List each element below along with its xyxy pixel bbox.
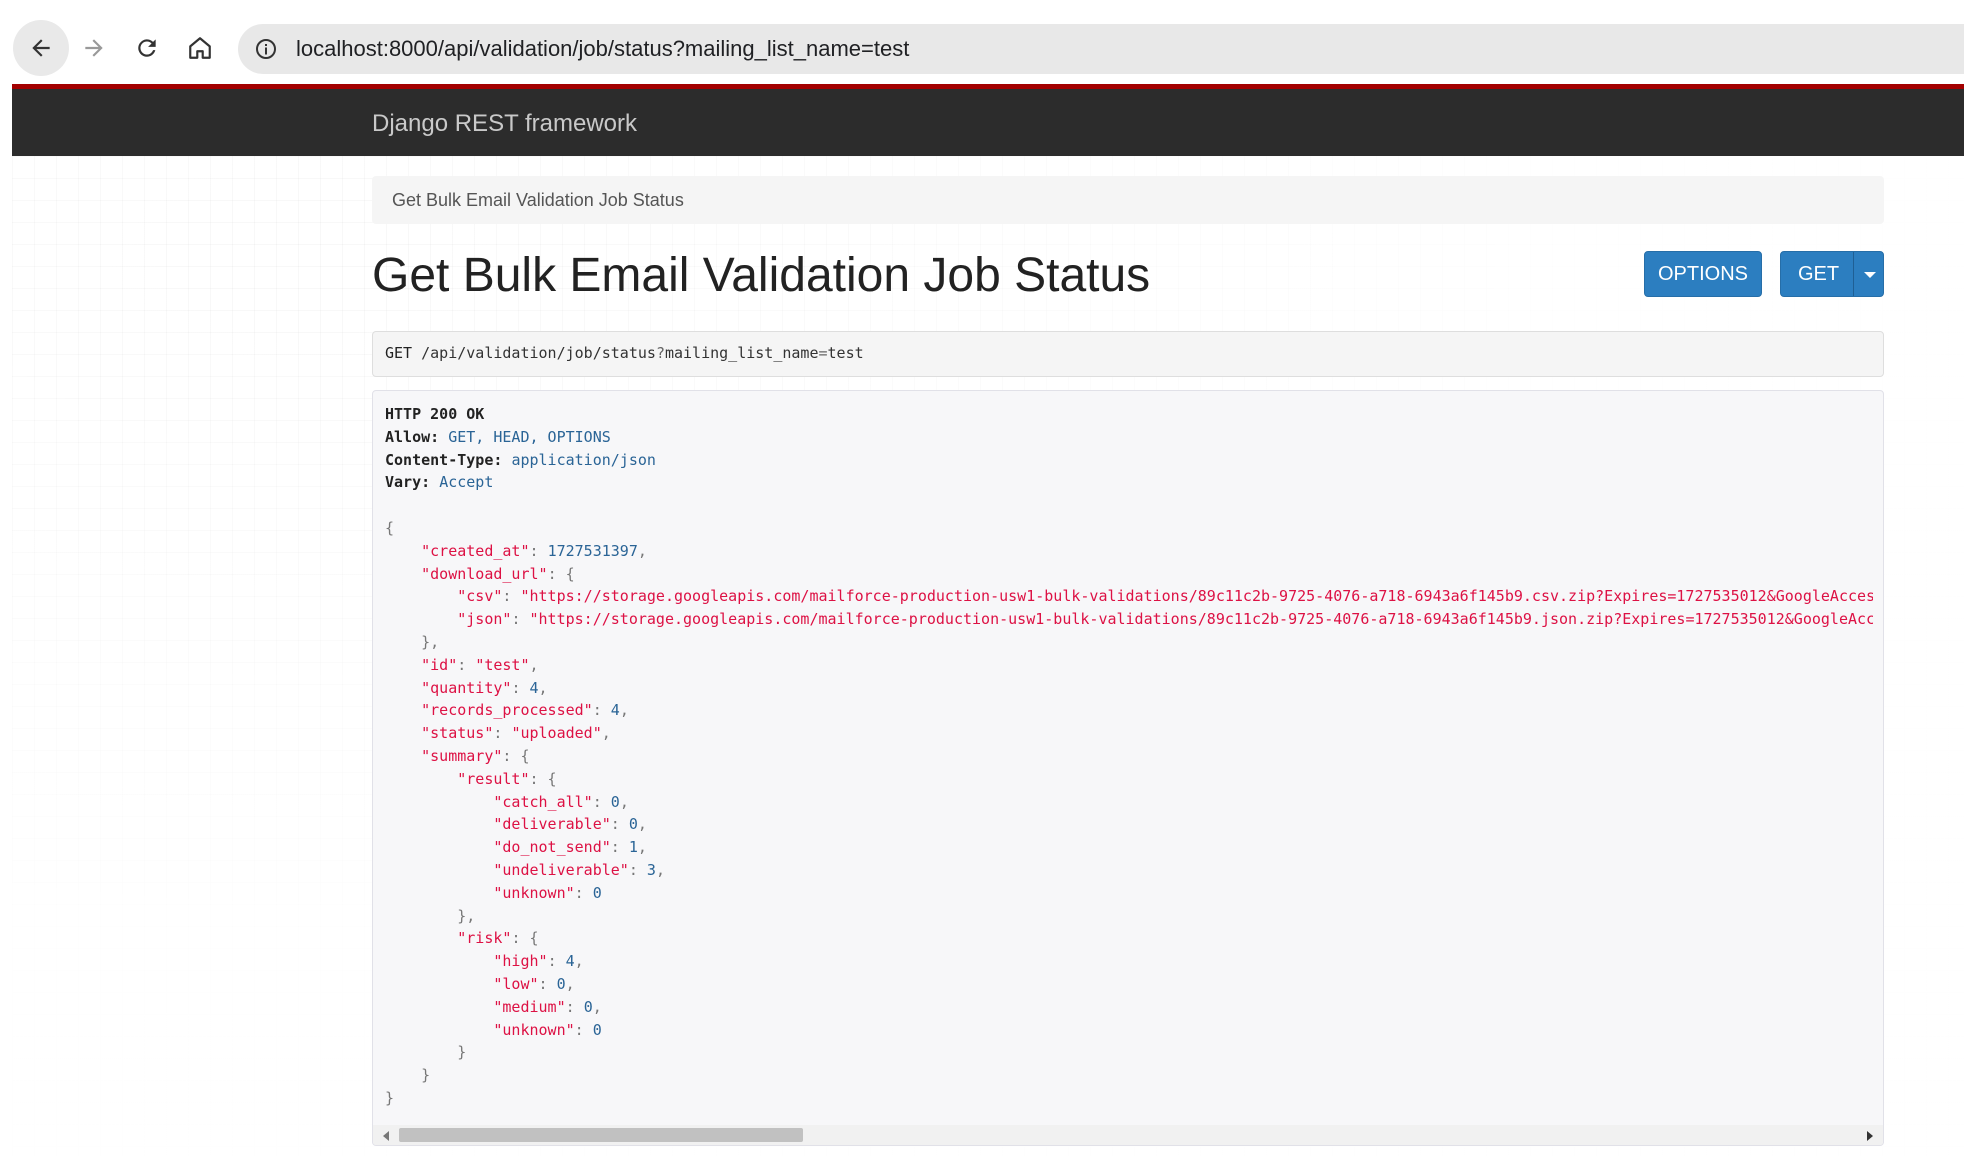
header-key: Allow: [385,427,440,446]
page-title: Get Bulk Email Validation Job Status [372,249,1151,302]
query-key: mailing_list_name [664,344,819,362]
response-panel: HTTP 200 OK Allow: GET, HEAD, OPTIONS Co… [372,390,1884,1146]
json-do-not-send: 1 [628,838,638,857]
json-status: "uploaded" [511,724,602,743]
json-records-processed: 4 [610,701,620,720]
json-json-url: "https://storage.googleapis.com/mailforc… [529,610,1874,629]
address-bar[interactable]: localhost:8000/api/validation/job/status… [238,24,1964,74]
query-separator: ? [655,344,665,362]
header-key: Content-Type: [385,450,503,469]
chevron-down-icon[interactable] [1864,272,1876,278]
request-method: GET [385,344,413,362]
header-value: GET, HEAD, OPTIONS [448,427,611,446]
json-risk-high: 4 [565,952,575,971]
scroll-right-icon[interactable] [1867,1131,1873,1141]
browser-toolbar: localhost:8000/api/validation/job/status… [0,0,1964,84]
back-button[interactable] [13,20,69,76]
scroll-thumb[interactable] [399,1128,803,1142]
json-quantity: 4 [529,678,539,697]
scroll-left-icon[interactable] [383,1131,389,1141]
forward-button[interactable] [66,20,122,76]
back-arrow-icon [32,39,50,57]
brand-link[interactable]: Django REST framework [372,110,637,138]
request-path: /api/validation/job/status [421,344,656,362]
json-risk-medium: 0 [583,997,593,1016]
options-button[interactable]: OPTIONS [1644,251,1762,297]
json-created-at: 1727531397 [547,541,638,560]
home-icon [189,37,211,59]
home-button[interactable] [172,20,228,76]
json-risk-unknown: 0 [592,1020,602,1039]
response-status: HTTP 200 OK [385,405,485,423]
query-value: test [827,344,864,362]
header-value: application/json [511,450,656,469]
breadcrumb: Get Bulk Email Validation Job Status [372,176,1884,224]
response-content: HTTP 200 OK Allow: GET, HEAD, OPTIONS Co… [385,403,1873,1115]
site-info-icon[interactable] [252,35,280,63]
json-risk-low: 0 [556,974,566,993]
query-equals: = [818,344,828,362]
reload-icon [138,39,156,57]
json-deliverable: 0 [628,815,638,834]
json-csv-url: "https://storage.googleapis.com/mailforc… [520,587,1873,606]
breadcrumb-item[interactable]: Get Bulk Email Validation Job Status [392,190,684,211]
reload-button[interactable] [119,20,175,76]
url-text[interactable]: localhost:8000/api/validation/job/status… [296,36,909,62]
json-catch-all: 0 [610,792,620,811]
get-button[interactable]: GET [1780,251,1884,297]
top-navbar: Django REST framework [12,84,1964,156]
forward-arrow-icon [85,39,103,57]
request-info: GET /api/validation/job/status?mailing_l… [372,331,1884,377]
get-button-divider [1853,252,1854,296]
json-id: "test" [475,655,530,674]
json-result-unknown: 0 [592,883,602,902]
json-undeliverable: 3 [646,860,656,879]
header-key: Vary: [385,473,431,492]
get-button-label[interactable]: GET [1798,263,1839,286]
header-value: Accept [439,473,494,492]
horizontal-scrollbar[interactable] [373,1125,1883,1145]
